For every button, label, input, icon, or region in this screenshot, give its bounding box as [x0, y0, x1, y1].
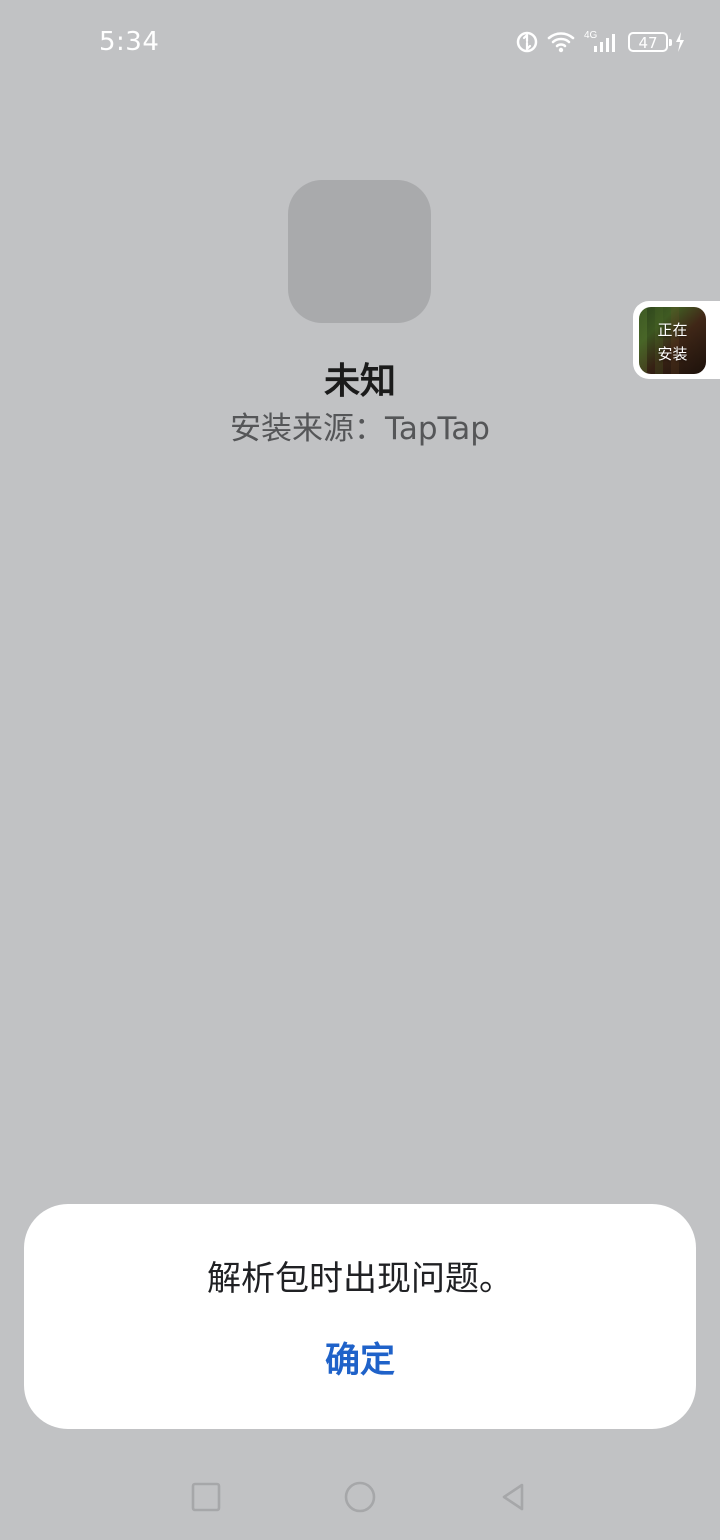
back-button[interactable] [494, 1478, 532, 1516]
floating-install-line-1: 正在 [657, 321, 688, 339]
install-source: 安装来源：TapTap [230, 411, 490, 447]
sync-icon [514, 29, 540, 55]
recents-button[interactable] [187, 1478, 225, 1516]
battery-icon: 47 [628, 32, 672, 52]
charging-icon [674, 31, 686, 53]
navigation-bar [0, 1458, 720, 1540]
battery-status: 47 [628, 31, 686, 53]
floating-install-text: 正在 安装 [639, 318, 706, 366]
wifi-icon [546, 30, 576, 54]
battery-level: 47 [638, 34, 658, 52]
network-label: 4G [584, 30, 598, 41]
home-icon [341, 1478, 379, 1516]
signal-icon: 4G [582, 28, 622, 56]
floating-install-line-2: 安装 [657, 345, 688, 363]
status-time: 5:34 [99, 27, 160, 57]
floating-install-indicator[interactable]: 正在 安装 [633, 301, 720, 379]
error-dialog: 解析包时出现问题。 确定 [24, 1204, 696, 1429]
status-bar: 5:34 4G 47 [0, 0, 720, 86]
recents-icon [187, 1478, 225, 1516]
game-thumbnail: 正在 安装 [639, 307, 706, 374]
app-icon [288, 180, 431, 323]
back-icon [494, 1478, 532, 1516]
dialog-message: 解析包时出现问题。 [207, 1259, 513, 1299]
home-button[interactable] [341, 1478, 379, 1516]
app-name: 未知 [323, 361, 396, 402]
confirm-button[interactable]: 确定 [300, 1334, 420, 1388]
status-icons: 4G 47 [514, 27, 686, 57]
